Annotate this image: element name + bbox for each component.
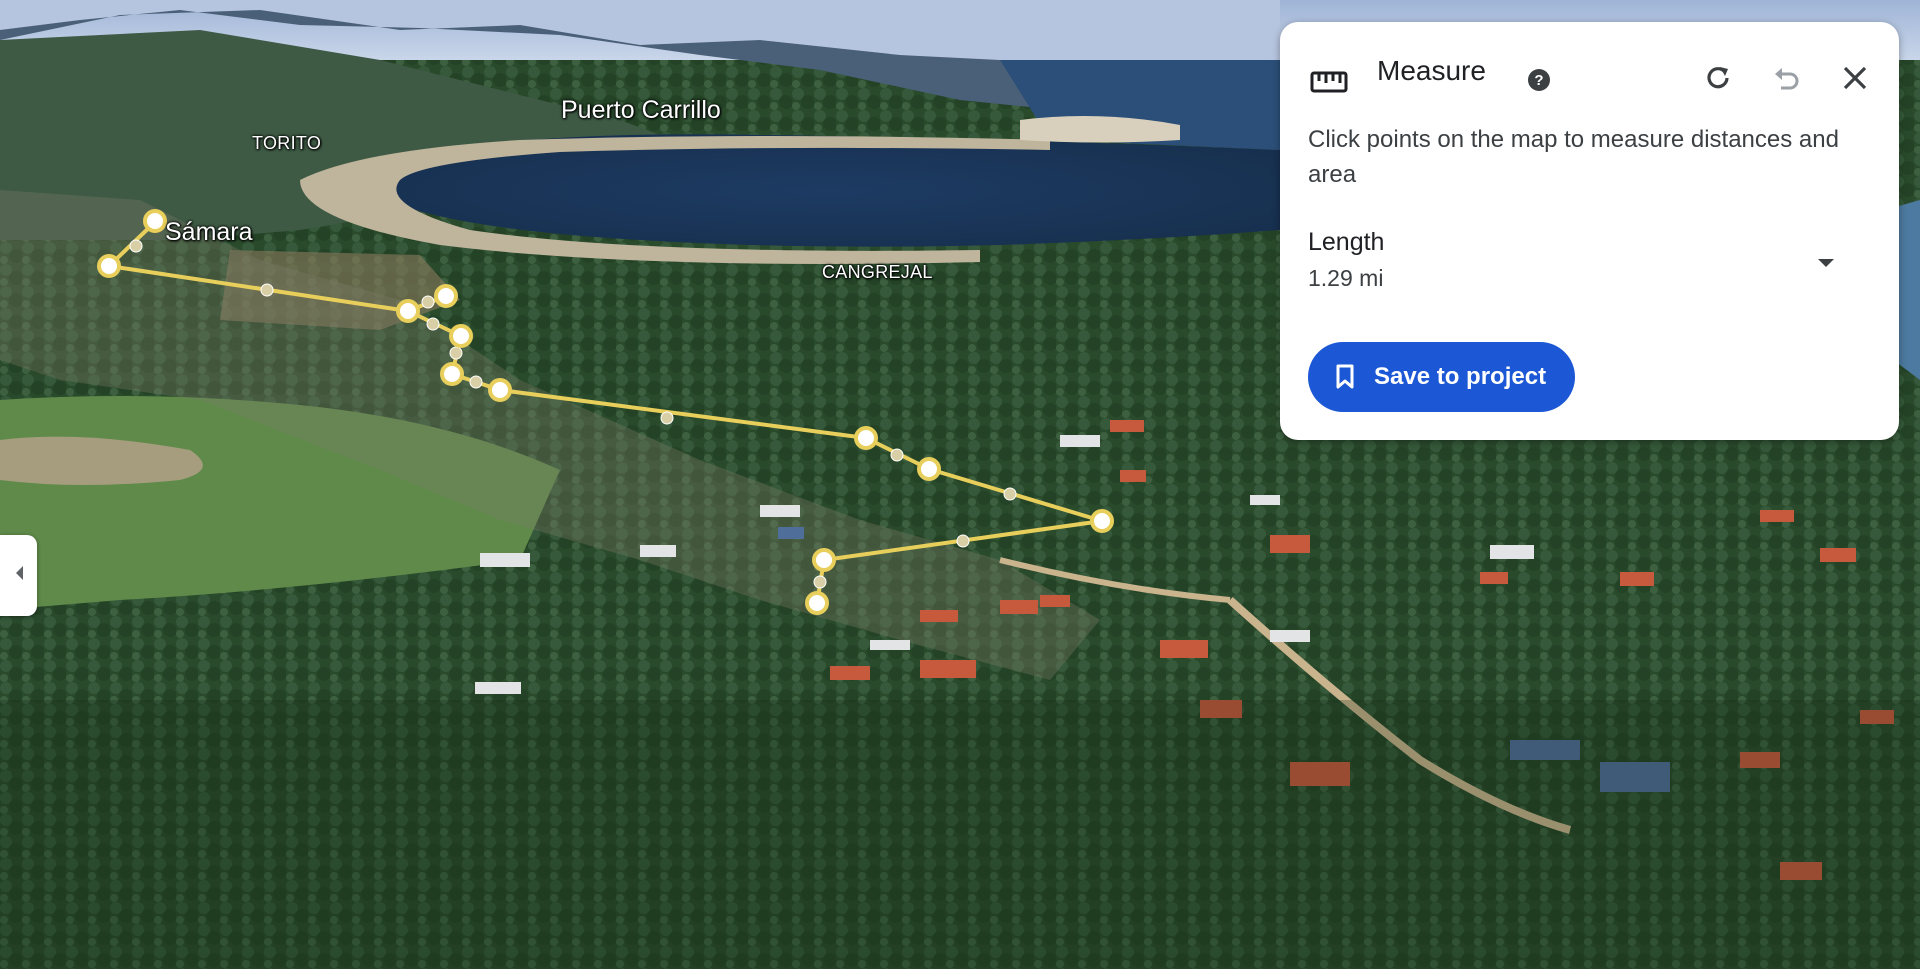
measure-panel: Measure ? Click points on the map to mea… bbox=[1280, 22, 1899, 440]
measure-point[interactable] bbox=[917, 457, 941, 481]
close-icon[interactable] bbox=[1840, 63, 1870, 93]
measure-point[interactable] bbox=[1090, 509, 1114, 533]
measure-point[interactable] bbox=[143, 209, 167, 233]
measure-point[interactable] bbox=[97, 254, 121, 278]
place-label-samara: Sámara bbox=[165, 218, 253, 246]
side-panel-toggle[interactable] bbox=[0, 535, 37, 616]
help-icon[interactable]: ? bbox=[1526, 67, 1552, 93]
svg-text:?: ? bbox=[1534, 72, 1543, 89]
measure-instructions: Click points on the map to measure dista… bbox=[1308, 126, 1839, 188]
measure-point[interactable] bbox=[488, 378, 512, 402]
measure-point[interactable] bbox=[805, 591, 829, 615]
place-label-puerto-carrillo: Puerto Carrillo bbox=[561, 96, 721, 124]
place-label-cangrejal: CANGREJAL bbox=[822, 262, 933, 282]
bookmark-icon bbox=[1332, 364, 1358, 390]
save-to-project-button[interactable]: Save to project bbox=[1308, 342, 1575, 412]
ruler-icon bbox=[1310, 68, 1348, 96]
metric-value: 1.29 mi bbox=[1308, 265, 1384, 291]
measure-point[interactable] bbox=[812, 548, 836, 572]
measure-point[interactable] bbox=[854, 426, 878, 450]
undo-icon[interactable] bbox=[1770, 62, 1802, 94]
chevron-left-icon bbox=[13, 564, 25, 587]
save-button-label: Save to project bbox=[1374, 363, 1547, 390]
measure-point[interactable] bbox=[396, 299, 420, 323]
metric-label: Length bbox=[1308, 228, 1385, 256]
measure-point[interactable] bbox=[449, 324, 473, 348]
measure-point[interactable] bbox=[440, 362, 464, 386]
panel-title: Measure bbox=[1377, 55, 1486, 86]
measure-point[interactable] bbox=[434, 284, 458, 308]
dropdown-arrow-icon[interactable] bbox=[1813, 250, 1839, 276]
place-label-torito: TORITO bbox=[252, 133, 322, 153]
redo-icon[interactable] bbox=[1702, 62, 1734, 94]
